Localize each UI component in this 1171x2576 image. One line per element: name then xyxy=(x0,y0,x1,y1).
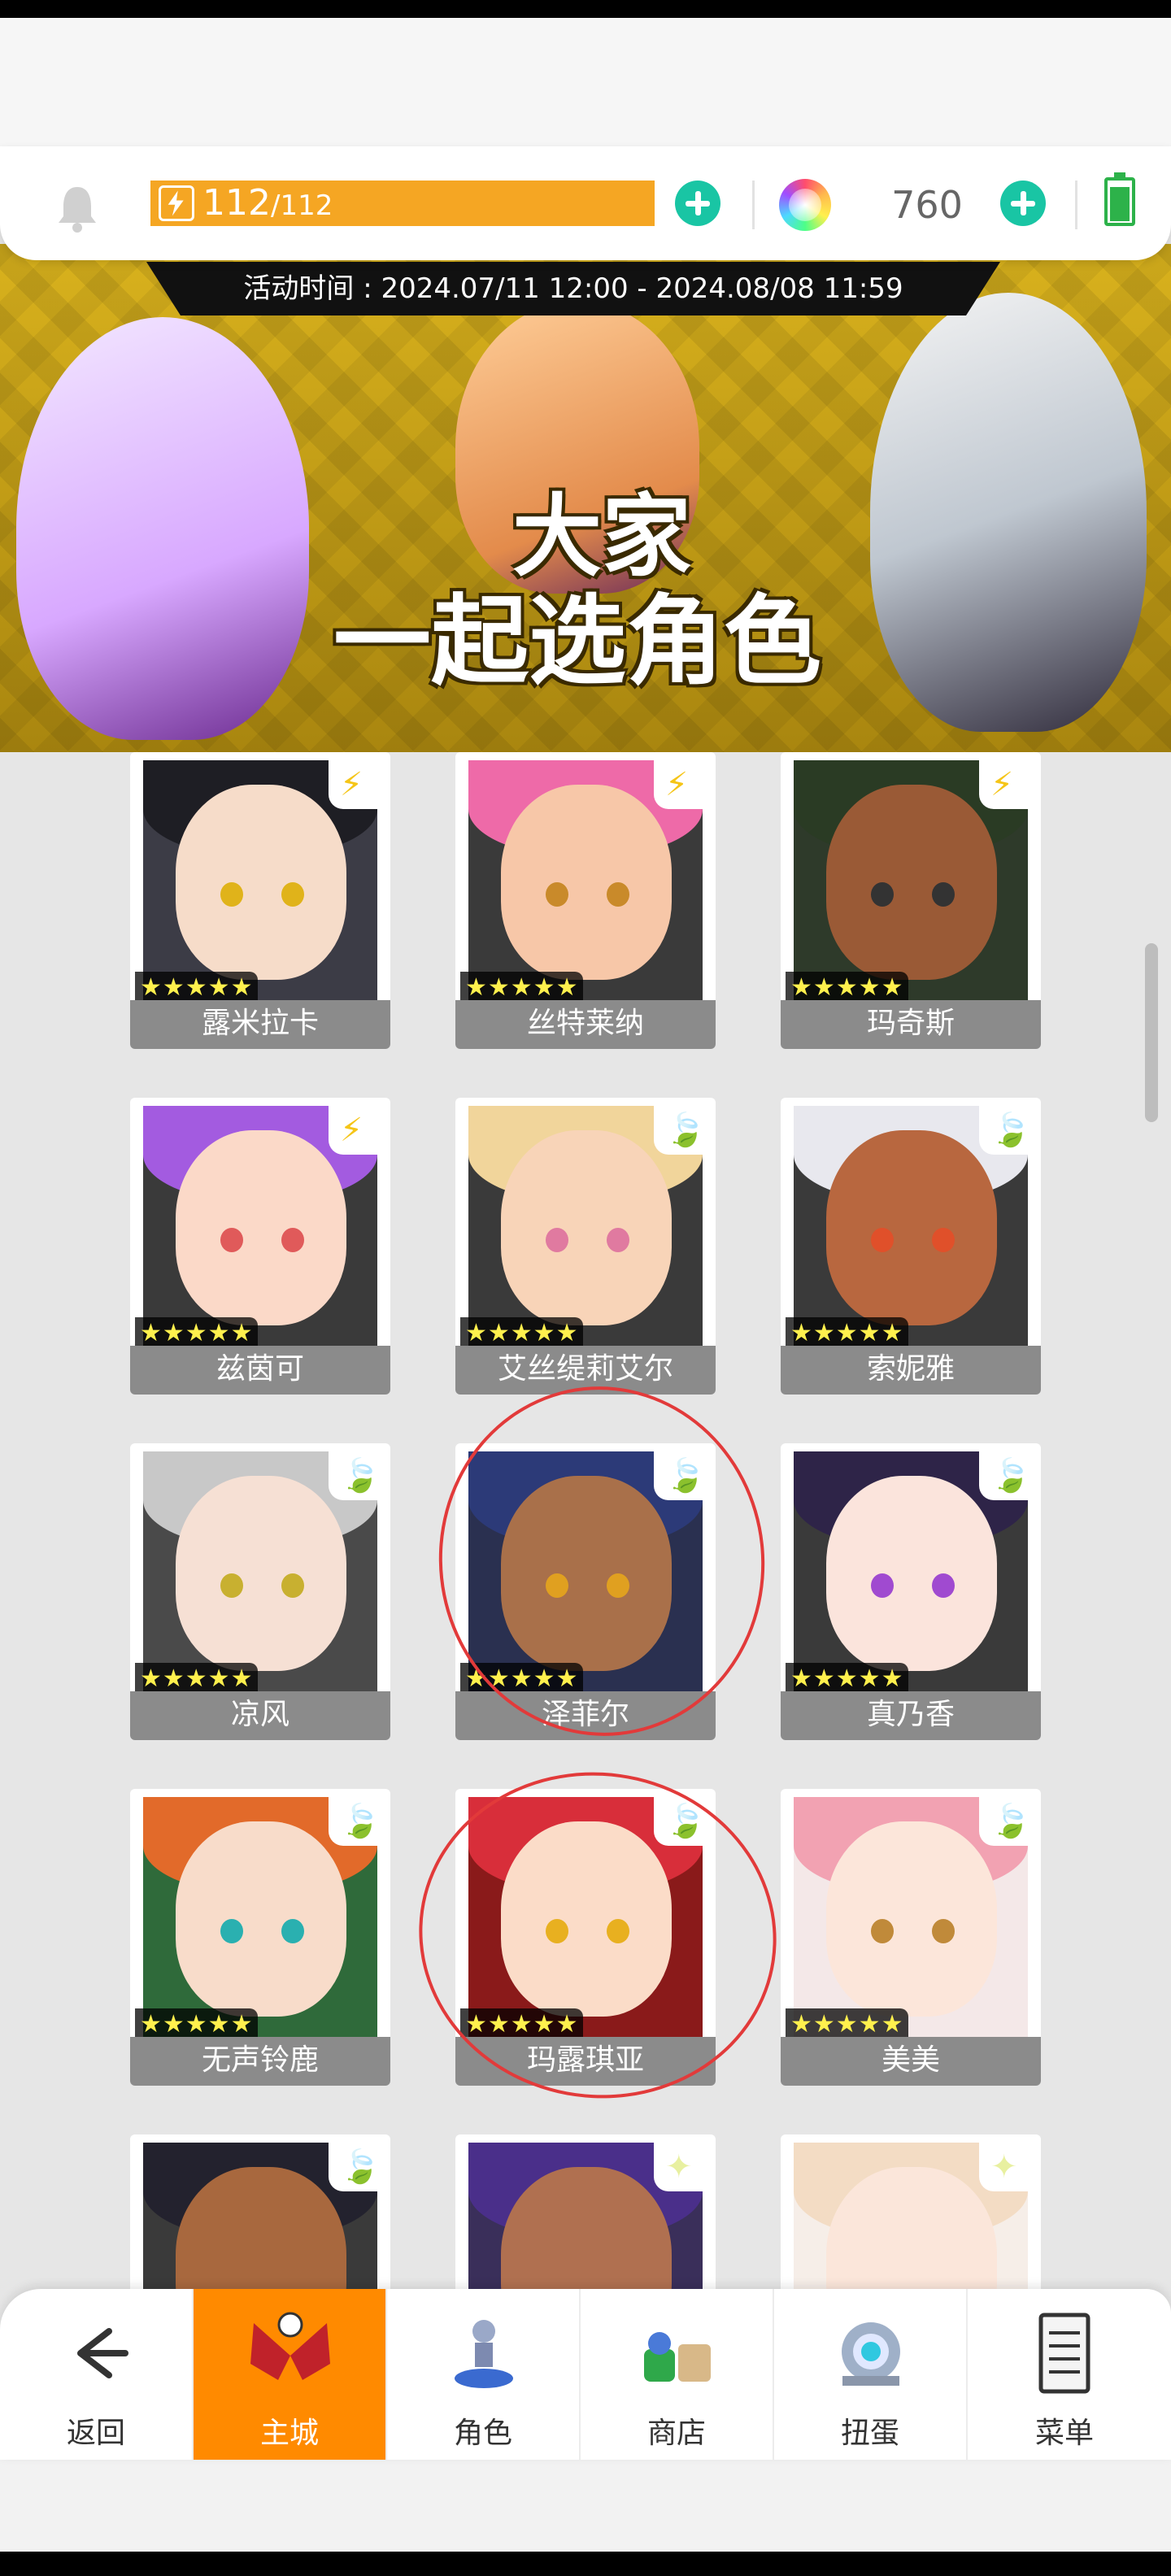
nav-shop-label: 商店 xyxy=(646,2417,706,2450)
lightning-element-icon: ⚡ xyxy=(329,1106,377,1155)
add-stamina-button[interactable] xyxy=(675,181,720,226)
rarity-stars: ★★★★★ xyxy=(786,972,909,1004)
lightning-icon xyxy=(159,185,194,221)
character-name: 索妮雅 xyxy=(781,1346,1041,1395)
bottom-nav: 返回 主城 角色 商店 扭蛋 菜单 xyxy=(0,2289,1171,2460)
system-bottom-strip xyxy=(0,2552,1171,2576)
menu-list-icon xyxy=(1038,2313,1090,2394)
bell-icon[interactable] xyxy=(49,179,106,236)
sparkle-element-icon: ✦ xyxy=(654,2143,703,2191)
rarity-stars: ★★★★★ xyxy=(460,972,584,1004)
nav-main-label: 主城 xyxy=(259,2417,319,2450)
leaf-element-icon: 🍃 xyxy=(329,1797,381,1846)
character-card[interactable]: 🍃 ★★★★★ 索妮雅 xyxy=(781,1098,1041,1395)
character-card[interactable]: 🍃 ★★★★★ 美美 xyxy=(781,1789,1041,2086)
character-card[interactable]: ⚡ ★★★★★ 玛奇斯 xyxy=(781,752,1041,1049)
nav-gacha-label: 扭蛋 xyxy=(840,2417,899,2450)
add-gem-button[interactable] xyxy=(1000,181,1046,226)
character-name: 玛奇斯 xyxy=(781,1000,1041,1049)
gem-icon xyxy=(779,179,831,231)
rarity-stars: ★★★★★ xyxy=(135,1663,259,1695)
lightning-element-icon: ⚡ xyxy=(329,760,377,809)
event-banner[interactable]: 活动时间 : 2024.07/11 12:00 - 2024.08/08 11:… xyxy=(0,244,1171,752)
rarity-stars: ★★★★★ xyxy=(135,972,259,1004)
character-name: 丝特莱纳 xyxy=(455,1000,716,1049)
shop-bags-icon xyxy=(644,2332,711,2382)
nav-shop[interactable]: 商店 xyxy=(581,2289,774,2460)
rarity-stars: ★★★★★ xyxy=(786,1317,909,1350)
gacha-machine-icon xyxy=(842,2322,900,2386)
wings-icon xyxy=(250,2312,330,2380)
character-name: 美美 xyxy=(781,2037,1041,2086)
resource-bar: 112/112 760 xyxy=(0,146,1171,260)
character-figure-icon xyxy=(455,2320,513,2388)
sparkle-element-icon: ✦ xyxy=(979,2143,1028,2191)
rarity-stars: ★★★★★ xyxy=(135,2008,259,2041)
divider xyxy=(752,181,755,229)
character-card[interactable]: ✦ xyxy=(781,2134,1041,2297)
scrollbar[interactable] xyxy=(1145,943,1158,1122)
character-name: 露米拉卡 xyxy=(130,1000,390,1049)
nav-menu-label: 菜单 xyxy=(1034,2417,1094,2450)
rarity-stars: ★★★★★ xyxy=(460,1317,584,1350)
character-card[interactable]: ⚡ ★★★★★ 露米拉卡 xyxy=(130,752,390,1049)
character-card[interactable]: ⚡ ★★★★★ 兹茵可 xyxy=(130,1098,390,1395)
nav-back[interactable]: 返回 xyxy=(0,2289,194,2460)
character-card[interactable]: 🍃 xyxy=(130,2134,390,2297)
character-name: 凉风 xyxy=(130,1691,390,1740)
nav-back-label: 返回 xyxy=(66,2417,125,2450)
battery-icon xyxy=(1104,172,1135,226)
banner-title: 大家 一起选角色 xyxy=(325,488,829,699)
nav-main-city[interactable]: 主城 xyxy=(194,2289,387,2460)
rarity-stars: ★★★★★ xyxy=(135,1317,259,1350)
leaf-element-icon: 🍃 xyxy=(329,1451,381,1500)
leaf-element-icon: 🍃 xyxy=(329,2143,381,2191)
leaf-element-icon: 🍃 xyxy=(979,1797,1031,1846)
status-bar xyxy=(0,0,1171,18)
character-card[interactable]: 🍃 ★★★★★ 艾丝缇莉艾尔 xyxy=(455,1098,716,1395)
nav-gacha[interactable]: 扭蛋 xyxy=(774,2289,968,2460)
rarity-stars: ★★★★★ xyxy=(786,1663,909,1695)
leaf-element-icon: 🍃 xyxy=(979,1451,1031,1500)
banner-character-right xyxy=(870,293,1147,732)
nav-role-label: 角色 xyxy=(453,2417,512,2450)
nav-role[interactable]: 角色 xyxy=(387,2289,581,2460)
divider xyxy=(1075,181,1077,229)
character-grid: ⚡ ★★★★★ 露米拉卡 ⚡ ★★★★★ 丝特莱纳 ⚡ ★★★★★ 玛奇斯 ⚡ … xyxy=(0,752,1171,2297)
lightning-element-icon: ⚡ xyxy=(654,760,703,809)
nav-menu[interactable]: 菜单 xyxy=(968,2289,1161,2460)
leaf-element-icon: 🍃 xyxy=(979,1106,1031,1155)
character-card[interactable]: 🍃 ★★★★★ 无声铃鹿 xyxy=(130,1789,390,2086)
stamina-max: /112 xyxy=(270,189,333,222)
stamina-current: 112 xyxy=(202,182,271,224)
character-name: 无声铃鹿 xyxy=(130,2037,390,2086)
banner-title-line1: 大家 xyxy=(512,485,691,589)
banner-character-left xyxy=(16,317,309,740)
character-card[interactable]: 🍃 ★★★★★ 凉风 xyxy=(130,1443,390,1740)
gem-count: 760 xyxy=(891,183,963,227)
top-blank-area xyxy=(0,18,1171,164)
character-card[interactable]: ✦ xyxy=(455,2134,716,2297)
character-name: 兹茵可 xyxy=(130,1346,390,1395)
rarity-stars: ★★★★★ xyxy=(786,2008,909,2041)
back-arrow-icon xyxy=(77,2328,128,2378)
character-name: 真乃香 xyxy=(781,1691,1041,1740)
event-time: 活动时间 : 2024.07/11 12:00 - 2024.08/08 11:… xyxy=(146,262,1000,315)
banner-title-line2: 一起选角色 xyxy=(333,585,821,698)
character-card[interactable]: ⚡ ★★★★★ 丝特莱纳 xyxy=(455,752,716,1049)
leaf-element-icon: 🍃 xyxy=(654,1106,706,1155)
character-card[interactable]: 🍃 ★★★★★ 真乃香 xyxy=(781,1443,1041,1740)
lightning-element-icon: ⚡ xyxy=(979,760,1028,809)
stamina-bar: 112/112 xyxy=(150,181,655,226)
